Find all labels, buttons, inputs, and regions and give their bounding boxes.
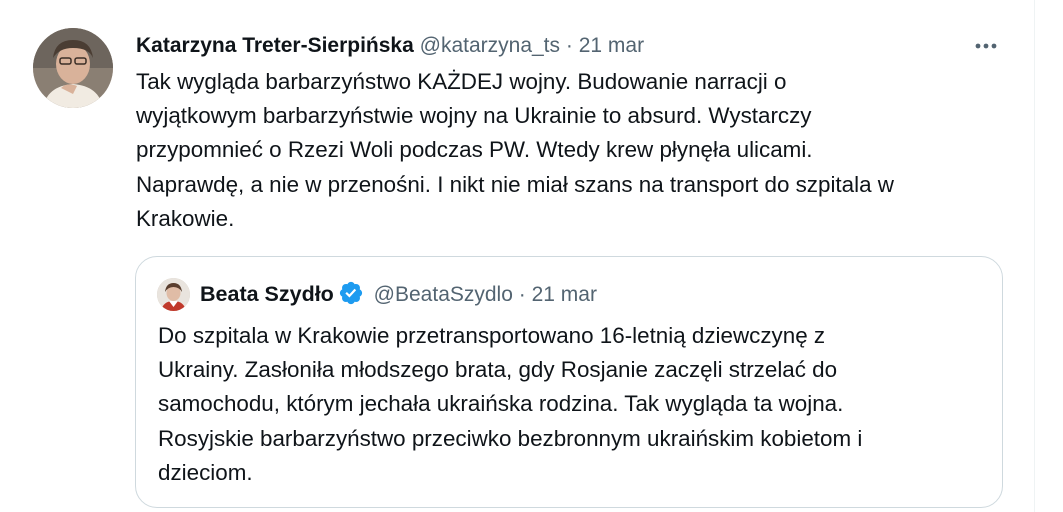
quoted-tweet-date[interactable]: 21 mar — [532, 283, 597, 306]
more-options-button[interactable] — [973, 32, 1003, 62]
quoted-tweet[interactable]: Beata Szydło @BeataSzydlo · 21 mar Do sz… — [135, 256, 1003, 508]
tweet-text-line: wyjątkowym barbarzyństwie wojny na Ukrai… — [136, 103, 812, 129]
quoted-tweet-header: Beata Szydło @BeataSzydlo · 21 mar — [200, 280, 597, 309]
tweet-date[interactable]: 21 mar — [579, 34, 644, 57]
tweet-text-line: przypomnieć o Rzezi Woli podczas PW. Wte… — [136, 137, 813, 163]
tweet-text-line: Naprawdę, a nie w przenośni. I nikt nie … — [136, 171, 894, 197]
separator-dot: · — [560, 34, 579, 57]
more-horizontal-icon — [975, 43, 997, 49]
avatar-photo — [33, 28, 113, 108]
tweet-text: Tak wygląda barbarzyństwo KAŻDEJ wojny. … — [136, 65, 1016, 236]
author-name[interactable]: Katarzyna Treter-Sierpińska — [136, 34, 414, 57]
verified-badge-icon — [338, 280, 364, 306]
author-handle[interactable]: @katarzyna_ts — [420, 34, 560, 57]
quoted-tweet-text: Do szpitala w Krakowie przetransportowan… — [158, 319, 988, 490]
tweet-text-line: Krakowie. — [136, 205, 235, 231]
author-avatar[interactable] — [33, 28, 113, 108]
quoted-author-name[interactable]: Beata Szydło — [200, 282, 334, 306]
quoted-text-line: Rosyjskie barbarzyństwo przeciwko bezbro… — [158, 425, 863, 451]
quoted-avatar-photo — [157, 278, 190, 311]
quoted-author-avatar — [157, 278, 190, 311]
separator-dot: · — [512, 283, 532, 306]
quoted-text-line: samochodu, którym jechała ukraińska rodz… — [158, 391, 844, 417]
tweet-text-line: Tak wygląda barbarzyństwo KAŻDEJ wojny. … — [136, 69, 787, 94]
quoted-text-line: Do szpitala w Krakowie przetransportowan… — [158, 323, 826, 348]
tweet-header: Katarzyna Treter-Sierpińska @katarzyna_t… — [136, 32, 644, 60]
quoted-author-handle[interactable]: @BeataSzydlo — [374, 283, 513, 306]
quoted-text-line: dzieciom. — [158, 459, 253, 485]
quoted-text-line: Ukrainy. Zasłoniła młodszego brata, gdy … — [158, 357, 838, 383]
tweet[interactable]: Katarzyna Treter-Sierpińska @katarzyna_t… — [0, 0, 1035, 512]
